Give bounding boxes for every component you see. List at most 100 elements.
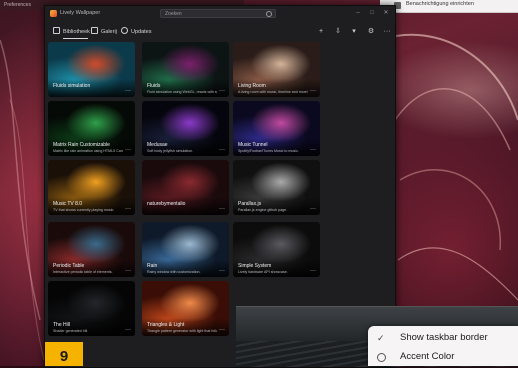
tile-more-icon[interactable]: ··· — [125, 206, 131, 212]
tile-caption: Parallax.js Parallax.js engine github pag… — [233, 197, 320, 215]
context-menu: ✓ Show taskbar border Accent Color — [368, 326, 518, 366]
tile-caption: Rain Rainy window with customization. ··· — [142, 259, 229, 277]
wallpaper-tile[interactable]: Parallax.js Parallax.js engine github pag… — [233, 160, 320, 215]
tile-title: Music TV 8.0 — [53, 201, 83, 207]
menu-item-label: Show taskbar border — [400, 332, 488, 343]
check-icon: ✓ — [377, 333, 385, 343]
tile-more-icon[interactable]: ··· — [125, 327, 131, 333]
tile-caption: Living Room A living room with music, tim… — [233, 79, 320, 97]
wallpaper-tile[interactable]: The Hill Shader generated hill. ··· — [48, 281, 135, 336]
tab-library-label: Bibliotheek — [63, 29, 90, 35]
wallpaper-tile[interactable]: Rain Rainy window with customization. ··· — [142, 222, 229, 277]
tile-more-icon[interactable]: ··· — [310, 147, 316, 153]
tile-title: Matrix Rain Customizable — [53, 142, 110, 148]
app-icon — [50, 10, 57, 17]
tile-more-icon[interactable]: ··· — [219, 327, 225, 333]
notification-label[interactable]: Benachrichtigung einrichten — [406, 1, 474, 7]
tile-more-icon[interactable]: ··· — [219, 206, 225, 212]
wallpaper-tile[interactable]: Triangles & Light Triangle pattern genera… — [142, 281, 229, 336]
tile-description: Fluid simulation using WebGL, reacts wit… — [147, 90, 217, 94]
tile-title: Music Tunnel — [238, 142, 268, 148]
navigation-bar: Bibliotheek Galerij Updates — [45, 24, 395, 40]
tile-more-icon[interactable]: ··· — [219, 88, 225, 94]
app-title: Lively Wallpaper — [60, 10, 101, 16]
wallpaper-tile[interactable]: Music TV 8.0 TV that shows currently play… — [48, 160, 135, 215]
tile-description: Soft body jellyfish simulation. — [147, 149, 194, 153]
tile-caption: Fluids Fluid simulation using WebGL, reac… — [142, 79, 229, 97]
tile-more-icon[interactable]: ··· — [125, 268, 131, 274]
minimize-button[interactable]: – — [353, 9, 363, 18]
tile-description: Lively hardware API showcase. — [238, 270, 288, 274]
menu-item-accent-color[interactable]: Accent Color — [368, 348, 518, 366]
wallpaper-tile[interactable]: Fluids simulation ··· — [48, 42, 135, 97]
search-input[interactable]: Zoeken — [160, 9, 276, 18]
light-streak — [379, 33, 518, 121]
search-placeholder: Zoeken — [165, 11, 182, 17]
tile-caption: Triangles & Light Triangle pattern genera… — [142, 318, 229, 336]
wallpaper-tile[interactable]: Periodic Table Interactive periodic table… — [48, 222, 135, 277]
tile-title: naturebymentalio — [147, 201, 186, 207]
tile-more-icon[interactable]: ··· — [310, 268, 316, 274]
background-window-title: Preferences — [4, 2, 31, 8]
tile-caption: The Hill Shader generated hill. ··· — [48, 318, 135, 336]
wallpaper-tile[interactable]: Fluids Fluid simulation using WebGL, reac… — [142, 42, 229, 97]
wallpaper-tile[interactable]: Medusae Soft body jellyfish simulation. ··… — [142, 101, 229, 156]
tile-description: Spotify/Foobar/iTunes Music to music. — [238, 149, 299, 153]
wallpaper-tile[interactable]: Living Room A living room with music, tim… — [233, 42, 320, 97]
tile-more-icon[interactable]: ··· — [219, 147, 225, 153]
tile-title: The Hill — [53, 322, 70, 328]
tab-updates[interactable]: Updates — [121, 27, 152, 37]
tile-title: Simple System — [238, 263, 272, 269]
tile-more-icon[interactable]: ··· — [219, 268, 225, 274]
library-icon — [53, 27, 60, 34]
tile-title: Periodic Table — [53, 263, 85, 269]
light-streak — [0, 39, 41, 321]
light-streak — [394, 88, 511, 151]
filter-icon[interactable]: ▾ — [350, 27, 358, 36]
wallpaper-tile[interactable]: naturebymentalio ··· — [142, 160, 229, 215]
tile-caption: naturebymentalio ··· — [142, 197, 229, 215]
tile-description: Shader generated hill. — [53, 329, 89, 333]
settings-icon[interactable]: ⚙ — [367, 27, 375, 36]
tile-title: Living Room — [238, 83, 266, 89]
tile-caption: Matrix Rain Customizable Matrix like rain… — [48, 138, 135, 156]
tile-caption: Fluids simulation ··· — [48, 79, 135, 97]
radio-icon — [377, 353, 386, 362]
tile-caption: Simple System Lively hardware API showcas… — [233, 259, 320, 277]
tile-caption: Medusae Soft body jellyfish simulation. ··… — [142, 138, 229, 156]
tile-caption: Music TV 8.0 TV that shows currently play… — [48, 197, 135, 215]
tile-title: Fluids simulation — [53, 83, 91, 89]
tile-more-icon[interactable]: ··· — [310, 206, 316, 212]
tab-library[interactable]: Bibliotheek — [53, 27, 90, 39]
step-badge: 9 — [45, 342, 83, 366]
gallery-icon — [91, 27, 98, 34]
tile-more-icon[interactable]: ··· — [125, 147, 131, 153]
download-icon[interactable]: ⇩ — [334, 27, 342, 36]
tab-gallery[interactable]: Galerij — [91, 27, 117, 37]
tile-title: Rain — [147, 263, 158, 269]
window-titlebar: Lively Wallpaper Zoeken – □ ✕ — [45, 6, 395, 22]
updates-icon — [121, 27, 128, 34]
tile-description: Parallax.js engine github page. — [238, 208, 288, 212]
tile-description: Matrix like rain animation using HTML5 C… — [53, 149, 123, 153]
tab-updates-label: Updates — [131, 29, 152, 35]
tile-description: A living room with music, timeline and m… — [238, 90, 308, 94]
tile-title: Parallax.js — [238, 201, 262, 207]
wallpaper-tile[interactable]: Matrix Rain Customizable Matrix like rain… — [48, 101, 135, 156]
menu-item-show-taskbar-border[interactable]: ✓ Show taskbar border — [368, 329, 518, 347]
add-icon[interactable]: + — [317, 27, 325, 36]
tile-description: Rainy window with customization. — [147, 270, 201, 274]
tile-more-icon[interactable]: ··· — [125, 88, 131, 94]
close-button[interactable]: ✕ — [381, 9, 391, 18]
tile-title: Fluids — [147, 83, 161, 89]
tile-description: TV that shows currently playing music. — [53, 208, 115, 212]
tile-caption: Periodic Table Interactive periodic table… — [48, 259, 135, 277]
tile-more-icon[interactable]: ··· — [310, 88, 316, 94]
wallpaper-tile[interactable]: Music Tunnel Spotify/Foobar/iTunes Music … — [233, 101, 320, 156]
maximize-button[interactable]: □ — [367, 9, 377, 18]
wallpaper-tile[interactable]: Simple System Lively hardware API showcas… — [233, 222, 320, 277]
search-icon — [266, 11, 272, 17]
tile-caption: Music Tunnel Spotify/Foobar/iTunes Music … — [233, 138, 320, 156]
more-icon[interactable]: ··· — [383, 27, 391, 36]
tile-description: Interactive periodic table of elements. — [53, 270, 113, 274]
